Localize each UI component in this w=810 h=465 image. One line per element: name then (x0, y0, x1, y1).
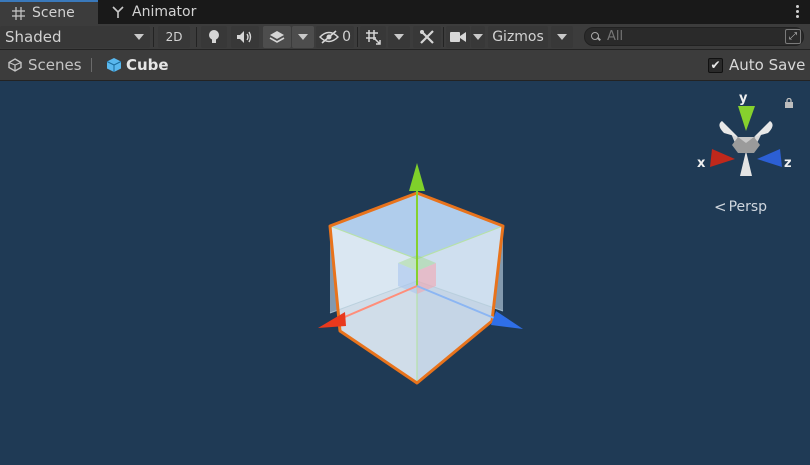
expand-icon[interactable]: ⤢ (785, 29, 801, 44)
z-axis-arrow-icon[interactable] (491, 311, 523, 329)
grid-snap-icon (366, 30, 381, 45)
chevron-down-icon (394, 34, 404, 40)
animator-icon (110, 5, 126, 19)
prefab-cube-icon (106, 58, 122, 72)
lock-icon[interactable] (784, 98, 794, 108)
chevron-down-icon (473, 34, 483, 40)
camera-dropdown-button[interactable] (471, 26, 485, 48)
audio-toggle-button[interactable] (231, 26, 259, 48)
gizmo-x-cone[interactable] (710, 149, 735, 167)
grid-dropdown-button[interactable] (388, 26, 410, 48)
breadcrumb-cube-label: Cube (126, 56, 169, 74)
2d-toggle-label: 2D (165, 30, 183, 44)
gizmo-y-label: y (739, 91, 748, 106)
gizmo-x-label: x (697, 156, 706, 171)
camera-settings-button[interactable] (446, 26, 470, 48)
y-axis-arrow-icon[interactable] (409, 163, 425, 191)
camera-icon (450, 32, 466, 42)
chevron-down-icon (298, 34, 308, 40)
search-icon (591, 31, 601, 42)
gizmo-z-label: z (784, 156, 792, 171)
projection-toggle[interactable]: < Persp (714, 198, 767, 216)
shading-mode-value: Shaded (5, 28, 62, 46)
chevron-down-icon (134, 34, 144, 40)
tab-animator-label: Animator (132, 4, 197, 20)
effects-layers-icon (269, 31, 285, 43)
chevron-down-icon (557, 34, 567, 40)
checkbox[interactable]: ✔ (708, 57, 723, 73)
breadcrumb: Scenes Cube ✔ Auto Save (0, 50, 810, 81)
gizmos-label: Gizmos (492, 29, 544, 45)
checkmark-icon: ✔ (710, 58, 721, 72)
lighting-toggle-button[interactable] (201, 26, 227, 48)
grid-snapping-toggle-button[interactable] (360, 26, 386, 48)
search-input[interactable] (607, 29, 777, 44)
auto-save-label: Auto Save (729, 56, 806, 74)
toolbar-divider (357, 27, 358, 47)
hierarchy-search-field[interactable]: ⤢ (584, 27, 804, 46)
perspective-icon: < (714, 198, 727, 216)
orientation-gizmo[interactable]: y x z (697, 91, 792, 176)
toolbar-divider (196, 27, 197, 47)
window-tab-bar: Scene Animator (0, 0, 810, 24)
tools-icon (420, 30, 434, 44)
hidden-objects-count: 0 (342, 29, 351, 45)
effects-dropdown-button[interactable] (292, 26, 314, 48)
tools-toggle-button[interactable] (413, 26, 441, 48)
toolbar-divider (443, 27, 444, 47)
unity-logo-icon (8, 58, 22, 72)
projection-label: Persp (728, 199, 768, 215)
breadcrumb-scenes-label: Scenes (28, 56, 82, 74)
auto-save-toggle[interactable]: ✔ Auto Save (708, 50, 805, 80)
x-axis-arrow-icon[interactable] (318, 312, 346, 328)
lightbulb-icon (209, 30, 219, 43)
tab-scene-label: Scene (32, 5, 75, 21)
breadcrumb-scenes[interactable]: Scenes (8, 50, 82, 80)
2d-toggle-button[interactable]: 2D (158, 26, 190, 48)
effects-toggle-button[interactable] (263, 26, 291, 48)
scene-toolbar: Shaded 2D 0 Gizmos All ⤢ (0, 24, 810, 50)
gizmos-dropdown-button[interactable] (551, 26, 573, 48)
tab-animator[interactable]: Animator (100, 0, 206, 24)
gizmos-toggle-button[interactable]: Gizmos (488, 26, 548, 48)
toolbar-divider (153, 27, 154, 47)
gizmo-z-cone[interactable] (757, 149, 782, 167)
breadcrumb-divider (91, 58, 92, 72)
gizmo-neg-z-cone[interactable] (754, 121, 773, 137)
hidden-objects-toggle-button[interactable]: 0 (316, 26, 354, 48)
gizmo-y-cone[interactable] (738, 106, 755, 131)
scene-viewport[interactable]: y x z < Persp (0, 81, 810, 465)
shading-mode-dropdown[interactable]: Shaded (0, 26, 150, 48)
more-options-icon[interactable] (792, 3, 802, 21)
breadcrumb-cube[interactable]: Cube (106, 50, 169, 80)
gizmo-neg-y-cone[interactable] (740, 151, 752, 176)
tab-scene[interactable]: Scene (0, 0, 98, 24)
gizmo-neg-x-cone[interactable] (719, 121, 738, 137)
speaker-icon (237, 31, 252, 43)
grid-icon (10, 6, 26, 20)
eye-slash-icon (319, 30, 339, 44)
